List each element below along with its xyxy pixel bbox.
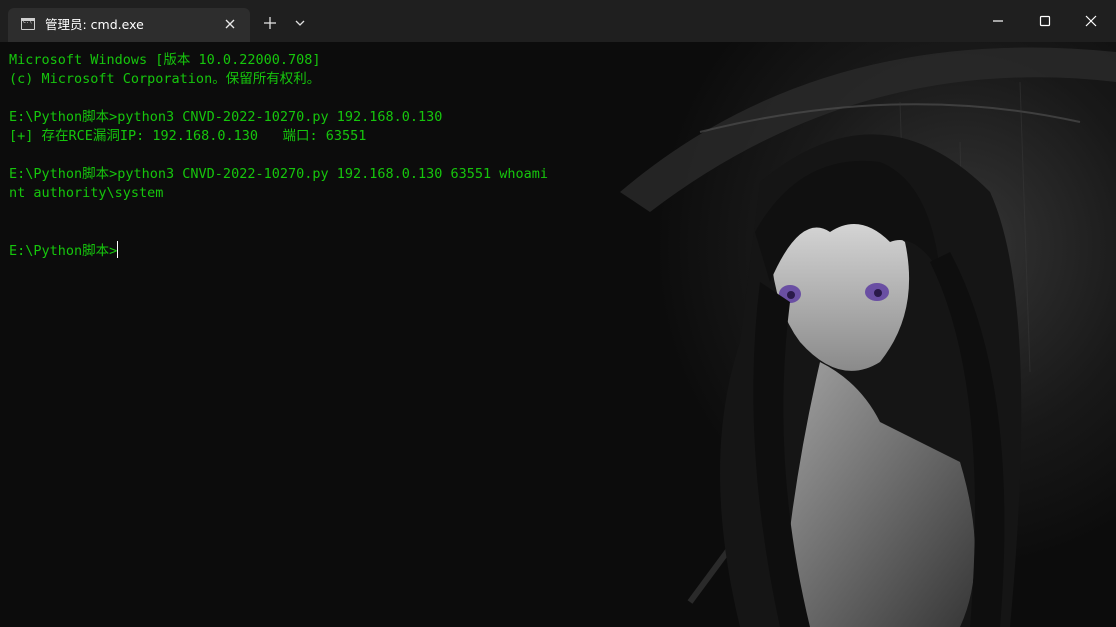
terminal-line: [+] 存在RCE漏洞IP: 192.168.0.130 端口: 63551 [9, 128, 367, 144]
close-window-button[interactable] [1079, 9, 1103, 33]
minimize-icon [993, 20, 1003, 22]
terminal-line: Microsoft Windows [版本 10.0.22000.708] [9, 52, 321, 68]
new-tab-button[interactable] [259, 12, 281, 34]
command-prompt-line[interactable]: E:\Python脚本> [9, 241, 548, 260]
terminal-pane[interactable]: Microsoft Windows [版本 10.0.22000.708] (c)… [0, 42, 1116, 627]
terminal-line: nt authority\system [9, 185, 164, 201]
terminal-line: (c) Microsoft Corporation。保留所有权利。 [9, 71, 321, 87]
tab-title: 管理员: cmd.exe [45, 17, 144, 32]
chevron-down-icon [295, 20, 305, 26]
text-cursor [117, 241, 119, 258]
maximize-icon [1039, 15, 1051, 27]
terminal-line: E:\Python脚本>python3 CNVD-2022-10270.py 1… [9, 166, 549, 182]
tab-cmd[interactable]: 管理员: cmd.exe [8, 8, 250, 42]
close-icon [1085, 15, 1097, 27]
title-bar[interactable]: 管理员: cmd.exe [0, 0, 1116, 42]
tab-dropdown-button[interactable] [290, 13, 310, 33]
close-tab-button[interactable] [221, 15, 239, 33]
plus-icon [264, 17, 276, 29]
cmd-icon [21, 18, 35, 30]
command-prompt: E:\Python脚本> [9, 243, 118, 259]
terminal-line: E:\Python脚本>python3 CNVD-2022-10270.py 1… [9, 109, 443, 125]
terminal-window: 管理员: cmd.exe [0, 0, 1116, 627]
close-icon [225, 19, 235, 29]
maximize-button[interactable] [1033, 9, 1057, 33]
minimize-button[interactable] [986, 9, 1010, 33]
terminal-output: Microsoft Windows [版本 10.0.22000.708] (c)… [9, 51, 548, 260]
